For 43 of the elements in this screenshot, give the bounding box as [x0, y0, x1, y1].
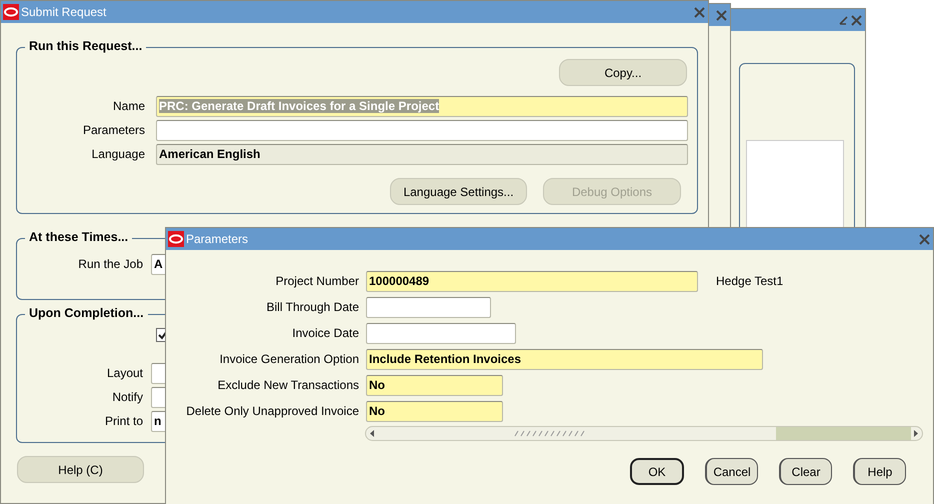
close-icon[interactable]: [851, 14, 862, 26]
field-label: Invoice Generation Option: [218, 352, 360, 366]
close-icon[interactable]: [694, 6, 705, 18]
dialog-button[interactable]: Cancel: [705, 458, 758, 485]
input-field[interactable]: No: [366, 374, 503, 396]
copy-button[interactable]: Copy...: [559, 59, 687, 86]
input-field[interactable]: [366, 322, 516, 344]
field-label: Bill Through Date: [266, 300, 360, 314]
group-title: Upon Completion...: [25, 306, 148, 320]
dialog-button[interactable]: Clear: [779, 458, 832, 485]
field-description: Hedge Test1: [716, 274, 784, 288]
field-label: Print to: [104, 414, 144, 428]
group-title: At these Times...: [25, 230, 132, 244]
group-title: Run this Request...: [25, 39, 146, 53]
settings-button[interactable]: Language Settings...: [390, 178, 527, 205]
field-label: Name: [112, 99, 146, 113]
field-label: Run the Job: [77, 257, 144, 271]
minimize-icon[interactable]: [838, 14, 849, 26]
window-title: Submit Request: [21, 5, 108, 19]
dialog-button[interactable]: OK: [630, 458, 684, 485]
logo-icon: [168, 231, 184, 247]
dialog-button[interactable]: Help: [853, 458, 906, 485]
input-field[interactable]: 100000489: [366, 270, 698, 292]
input-field[interactable]: American English: [156, 144, 688, 164]
input-field[interactable]: No: [366, 400, 503, 422]
field-label: Project Number: [274, 274, 360, 288]
logo-icon: [3, 4, 19, 20]
help-button[interactable]: Help (C): [17, 456, 144, 483]
field-label: Exclude New Transactions: [216, 378, 360, 392]
close-icon[interactable]: [716, 10, 727, 20]
input-field[interactable]: [156, 120, 688, 140]
window-title: Parameters: [186, 232, 250, 246]
close-icon[interactable]: [919, 234, 930, 244]
field-label: Language: [90, 147, 146, 161]
check-icon: [158, 330, 168, 340]
field-label: Delete Only Unapproved Invoice: [185, 404, 360, 418]
field-label: Layout: [106, 366, 144, 380]
field-label: Notify: [111, 390, 144, 404]
horizontal-scrollbar[interactable]: [365, 426, 923, 441]
field-label: Invoice Date: [291, 326, 360, 340]
input-field[interactable]: [366, 296, 491, 318]
field-label: Parameters: [82, 123, 146, 137]
input-field[interactable]: Include Retention Invoices: [366, 348, 763, 370]
